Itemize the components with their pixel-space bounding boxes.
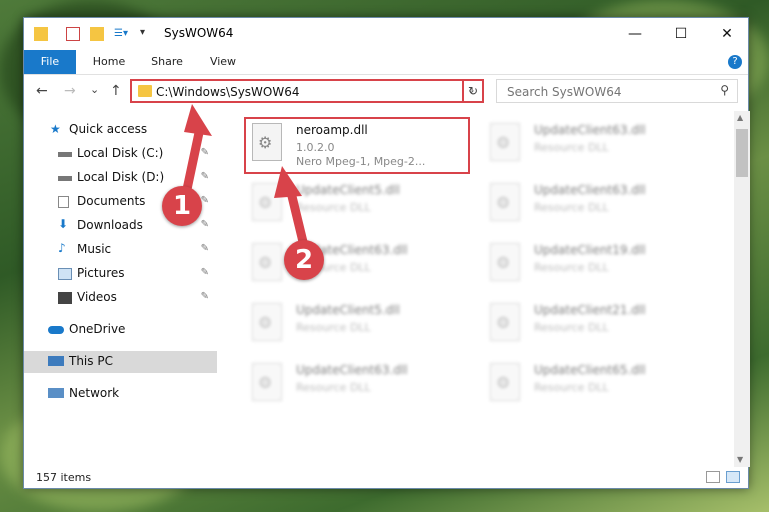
arrowhead-address-bar <box>184 104 212 136</box>
step-marker-2: 2 <box>284 240 324 280</box>
step-marker-1: 1 <box>162 186 202 226</box>
arrowhead-file <box>274 166 302 198</box>
arrow-to-address-bar <box>181 123 205 199</box>
annotation-arrows <box>181 104 309 251</box>
